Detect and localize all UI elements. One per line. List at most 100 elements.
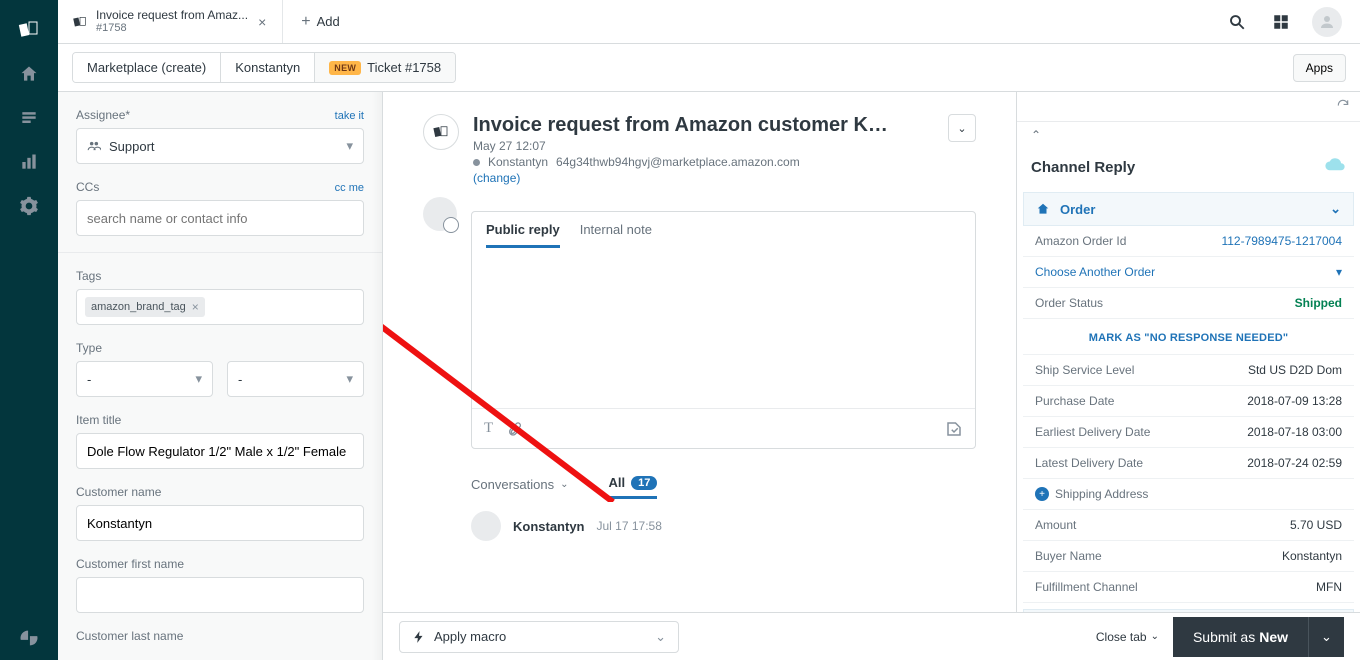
change-requester-link[interactable]: (change) <box>473 171 893 185</box>
item-title-input[interactable] <box>87 444 353 459</box>
shipping-address-expand[interactable]: +Shipping Address <box>1023 479 1354 510</box>
ticket-properties-panel: Assignee* take it Support ▾ <box>58 92 383 660</box>
caret-down-icon: ▾ <box>1336 265 1342 279</box>
chevron-down-icon: ⌄ <box>957 122 966 135</box>
cc-me-link[interactable]: cc me <box>335 182 364 194</box>
top-tabs: Invoice request from Amaz... #1758 × + A… <box>58 0 1360 44</box>
tab-close-icon[interactable]: × <box>256 14 268 30</box>
conversation-header: Invoice request from Amazon customer Kon… <box>423 114 976 185</box>
nav-home-icon[interactable] <box>0 52 58 96</box>
tab-public-reply[interactable]: Public reply <box>486 222 560 248</box>
customer-last-label: Customer last name <box>76 629 183 643</box>
apps-toggle-button[interactable]: Apps <box>1293 54 1346 82</box>
item-title-field[interactable] <box>76 433 364 469</box>
reply-textarea[interactable] <box>472 248 975 408</box>
conversation-panel: Invoice request from Amazon customer Kon… <box>383 92 1016 660</box>
customer-name-input[interactable] <box>87 516 353 531</box>
plus-icon: + <box>301 13 310 31</box>
crumb-marketplace[interactable]: Marketplace (create) <box>73 53 221 82</box>
tags-label: Tags <box>76 269 101 283</box>
apps-grid-icon[interactable] <box>1268 9 1294 35</box>
filter-conversations[interactable]: Conversations ⌄ <box>471 477 569 498</box>
crumb-ticket[interactable]: NEW Ticket #1758 <box>315 53 455 82</box>
submit-dropdown-button[interactable]: ⌄ <box>1308 617 1344 657</box>
chevron-down-icon: ⌄ <box>1330 201 1341 217</box>
ccs-input[interactable] <box>87 211 353 226</box>
zendesk-logo-icon[interactable] <box>0 616 58 660</box>
presence-dot-icon <box>473 159 480 166</box>
group-icon <box>87 139 101 153</box>
tab-ticket-1758[interactable]: Invoice request from Amaz... #1758 × <box>58 0 283 43</box>
assignee-select[interactable]: Support ▾ <box>76 128 364 164</box>
caret-down-icon: ▾ <box>346 138 353 154</box>
tag-amazon-brand: amazon_brand_tag × <box>85 297 205 317</box>
tab-internal-note[interactable]: Internal note <box>580 222 652 248</box>
panel-collapse-toggle[interactable]: ⌃ <box>1017 122 1360 148</box>
apply-macro-button[interactable]: Apply macro ⌄ <box>399 621 679 653</box>
tab-sub: #1758 <box>96 22 248 34</box>
chevron-down-icon: ⌄ <box>1321 629 1332 645</box>
ccs-label: CCs <box>76 180 99 194</box>
mark-no-response-link[interactable]: MARK AS "NO RESPONSE NEEDED" <box>1089 332 1289 344</box>
insert-reply-icon[interactable] <box>945 420 963 438</box>
customer-first-field[interactable] <box>76 577 364 613</box>
conversation-more-button[interactable]: ⌄ <box>948 114 976 142</box>
message-row: Konstantyn Jul 17 17:58 <box>423 499 976 541</box>
ticket-icon <box>72 14 88 30</box>
requester-email: 64g34thwb94hgvj@marketplace.amazon.com <box>556 155 800 169</box>
agent-avatar-icon <box>423 197 457 231</box>
nav-views-icon[interactable] <box>0 96 58 140</box>
attachment-icon[interactable] <box>507 421 523 437</box>
order-id-link[interactable]: 112-7989475-1217004 <box>1221 234 1342 248</box>
requester-name: Konstantyn <box>488 155 548 169</box>
item-title-label: Item title <box>76 413 121 427</box>
customer-first-label: Customer first name <box>76 557 184 571</box>
close-tab-button[interactable]: Close tab ⌄ <box>1096 630 1159 644</box>
breadcrumb-bar: Marketplace (create) Konstantyn NEW Tick… <box>58 44 1360 92</box>
tags-input[interactable]: amazon_brand_tag × <box>76 289 364 325</box>
nav-reports-icon[interactable] <box>0 140 58 184</box>
filter-all[interactable]: All 17 <box>609 475 658 499</box>
type-label: Type <box>76 341 102 355</box>
text-format-icon[interactable]: T <box>484 420 493 437</box>
customer-name-label: Customer name <box>76 485 161 499</box>
customer-first-input[interactable] <box>87 588 353 603</box>
reload-icon[interactable] <box>1336 98 1350 115</box>
chevron-down-icon: ⌄ <box>655 629 666 645</box>
plus-circle-icon: + <box>1035 487 1049 501</box>
ticket-footer: Apply macro ⌄ Close tab ⌄ Submit as New … <box>383 612 1360 660</box>
chevron-down-icon: ⌄ <box>560 479 568 490</box>
section-order[interactable]: Order ⌄ <box>1023 192 1354 226</box>
breadcrumb: Marketplace (create) Konstantyn NEW Tick… <box>72 52 456 83</box>
type-select[interactable]: -▾ <box>76 361 213 397</box>
brand-logo-icon[interactable] <box>17 8 41 52</box>
customer-name-field[interactable] <box>76 505 364 541</box>
channel-icon <box>423 114 459 150</box>
crumb-requester[interactable]: Konstantyn <box>221 53 315 82</box>
panel-title: Channel Reply <box>1031 159 1135 176</box>
assignee-label: Assignee* <box>76 108 130 122</box>
submit-main-button[interactable]: Submit as New <box>1173 617 1308 657</box>
user-avatar-icon[interactable] <box>1312 7 1342 37</box>
bolt-icon <box>412 630 426 644</box>
choose-another-order[interactable]: Choose Another Order▾ <box>1023 257 1354 288</box>
search-icon[interactable] <box>1224 9 1250 35</box>
conversation-filter: Conversations ⌄ All 17 <box>423 475 976 499</box>
submit-button: Submit as New ⌄ <box>1173 617 1344 657</box>
priority-select[interactable]: -▾ <box>227 361 364 397</box>
take-it-link[interactable]: take it <box>335 110 364 122</box>
cloud-icon <box>1324 158 1346 176</box>
conversation-title: Invoice request from Amazon customer Kon… <box>473 114 893 137</box>
add-tab-label: Add <box>317 14 340 29</box>
filter-count: 17 <box>631 476 657 490</box>
apps-panel: ⌃ Channel Reply Order ⌄ Amazon Order Id1… <box>1016 92 1360 660</box>
conversation-date: May 27 12:07 <box>473 139 893 153</box>
nav-rail <box>0 0 58 660</box>
message-avatar-icon <box>471 511 501 541</box>
assignee-value: Support <box>109 139 155 154</box>
ccs-input-wrapper <box>76 200 364 236</box>
nav-admin-icon[interactable] <box>0 184 58 228</box>
tag-remove-icon[interactable]: × <box>192 300 199 314</box>
new-badge: NEW <box>329 61 361 75</box>
add-tab-button[interactable]: + Add <box>283 0 357 43</box>
